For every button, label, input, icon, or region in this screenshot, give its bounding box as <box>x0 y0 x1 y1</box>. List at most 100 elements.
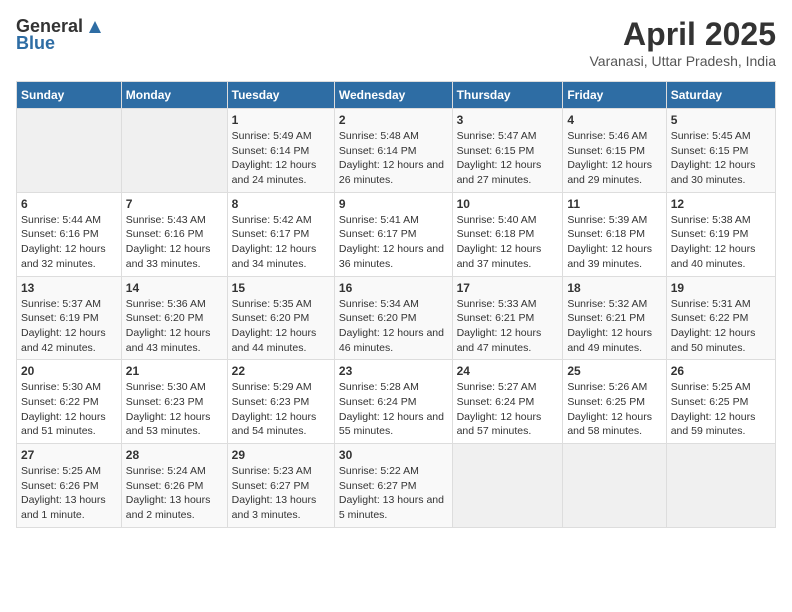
calendar-cell: 22 Sunrise: 5:29 AMSunset: 6:23 PMDayligh… <box>227 360 334 444</box>
day-number: 27 <box>21 448 117 462</box>
day-number: 28 <box>126 448 223 462</box>
day-header-thursday: Thursday <box>452 82 563 109</box>
day-number: 18 <box>567 281 661 295</box>
day-detail: Sunrise: 5:25 AMSunset: 6:26 PMDaylight:… <box>21 464 117 523</box>
day-number: 11 <box>567 197 661 211</box>
day-detail: Sunrise: 5:30 AMSunset: 6:23 PMDaylight:… <box>126 380 223 439</box>
day-number: 21 <box>126 364 223 378</box>
day-number: 3 <box>457 113 559 127</box>
day-number: 1 <box>232 113 330 127</box>
calendar-cell: 15 Sunrise: 5:35 AMSunset: 6:20 PMDayligh… <box>227 276 334 360</box>
calendar-table: SundayMondayTuesdayWednesdayThursdayFrid… <box>16 81 776 528</box>
month-title: April 2025 <box>589 16 776 53</box>
calendar-cell: 5 Sunrise: 5:45 AMSunset: 6:15 PMDaylight… <box>666 109 775 193</box>
calendar-cell: 7 Sunrise: 5:43 AMSunset: 6:16 PMDaylight… <box>121 192 227 276</box>
day-detail: Sunrise: 5:31 AMSunset: 6:22 PMDaylight:… <box>671 297 771 356</box>
day-detail: Sunrise: 5:23 AMSunset: 6:27 PMDaylight:… <box>232 464 330 523</box>
calendar-cell: 9Sunrise: 5:41 AMSunset: 6:17 PMDaylight… <box>334 192 452 276</box>
day-detail: Sunrise: 5:32 AMSunset: 6:21 PMDaylight:… <box>567 297 661 356</box>
day-detail: Sunrise: 5:27 AMSunset: 6:24 PMDaylight:… <box>457 380 559 439</box>
day-number: 30 <box>339 448 448 462</box>
day-number: 17 <box>457 281 559 295</box>
day-number: 10 <box>457 197 559 211</box>
location-subtitle: Varanasi, Uttar Pradesh, India <box>589 53 776 69</box>
day-number: 15 <box>232 281 330 295</box>
day-number: 6 <box>21 197 117 211</box>
calendar-cell: 3 Sunrise: 5:47 AMSunset: 6:15 PMDaylight… <box>452 109 563 193</box>
day-detail: Sunrise: 5:36 AMSunset: 6:20 PMDaylight:… <box>126 297 223 356</box>
day-header-tuesday: Tuesday <box>227 82 334 109</box>
calendar-cell <box>17 109 122 193</box>
day-detail: Sunrise: 5:24 AMSunset: 6:26 PMDaylight:… <box>126 464 223 523</box>
day-detail: Sunrise: 5:40 AMSunset: 6:18 PMDaylight:… <box>457 213 559 272</box>
day-number: 24 <box>457 364 559 378</box>
calendar-cell: 21 Sunrise: 5:30 AMSunset: 6:23 PMDayligh… <box>121 360 227 444</box>
calendar-week-row: 13Sunrise: 5:37 AMSunset: 6:19 PMDayligh… <box>17 276 776 360</box>
day-detail: Sunrise: 5:33 AMSunset: 6:21 PMDaylight:… <box>457 297 559 356</box>
day-number: 8 <box>232 197 330 211</box>
calendar-cell: 24 Sunrise: 5:27 AMSunset: 6:24 PMDayligh… <box>452 360 563 444</box>
day-number: 4 <box>567 113 661 127</box>
day-header-wednesday: Wednesday <box>334 82 452 109</box>
day-detail: Sunrise: 5:44 AMSunset: 6:16 PMDaylight:… <box>21 213 117 272</box>
title-area: April 2025 Varanasi, Uttar Pradesh, Indi… <box>589 16 776 69</box>
day-header-monday: Monday <box>121 82 227 109</box>
calendar-cell: 27 Sunrise: 5:25 AMSunset: 6:26 PMDayligh… <box>17 444 122 528</box>
calendar-cell: 19 Sunrise: 5:31 AMSunset: 6:22 PMDayligh… <box>666 276 775 360</box>
day-number: 22 <box>232 364 330 378</box>
day-detail: Sunrise: 5:26 AMSunset: 6:25 PMDaylight:… <box>567 380 661 439</box>
calendar-cell: 6 Sunrise: 5:44 AMSunset: 6:16 PMDaylight… <box>17 192 122 276</box>
calendar-cell: 11 Sunrise: 5:39 AMSunset: 6:18 PMDayligh… <box>563 192 666 276</box>
calendar-cell: 20Sunrise: 5:30 AMSunset: 6:22 PMDayligh… <box>17 360 122 444</box>
calendar-cell: 13Sunrise: 5:37 AMSunset: 6:19 PMDayligh… <box>17 276 122 360</box>
day-detail: Sunrise: 5:28 AMSunset: 6:24 PMDaylight:… <box>339 380 448 439</box>
calendar-header-row: SundayMondayTuesdayWednesdayThursdayFrid… <box>17 82 776 109</box>
calendar-cell: 2Sunrise: 5:48 AMSunset: 6:14 PMDaylight… <box>334 109 452 193</box>
day-number: 19 <box>671 281 771 295</box>
calendar-cell <box>452 444 563 528</box>
day-number: 14 <box>126 281 223 295</box>
day-number: 26 <box>671 364 771 378</box>
calendar-week-row: 27 Sunrise: 5:25 AMSunset: 6:26 PMDayligh… <box>17 444 776 528</box>
day-detail: Sunrise: 5:43 AMSunset: 6:16 PMDaylight:… <box>126 213 223 272</box>
calendar-cell: 30 Sunrise: 5:22 AMSunset: 6:27 PMDayligh… <box>334 444 452 528</box>
calendar-cell: 8Sunrise: 5:42 AMSunset: 6:17 PMDaylight… <box>227 192 334 276</box>
page-header: General Blue April 2025 Varanasi, Uttar … <box>16 16 776 69</box>
day-detail: Sunrise: 5:22 AMSunset: 6:27 PMDaylight:… <box>339 464 448 523</box>
calendar-cell <box>666 444 775 528</box>
calendar-week-row: 20Sunrise: 5:30 AMSunset: 6:22 PMDayligh… <box>17 360 776 444</box>
day-detail: Sunrise: 5:49 AMSunset: 6:14 PMDaylight:… <box>232 129 330 188</box>
day-header-sunday: Sunday <box>17 82 122 109</box>
day-header-saturday: Saturday <box>666 82 775 109</box>
calendar-cell: 1 Sunrise: 5:49 AMSunset: 6:14 PMDaylight… <box>227 109 334 193</box>
calendar-cell: 26Sunrise: 5:25 AMSunset: 6:25 PMDayligh… <box>666 360 775 444</box>
day-number: 29 <box>232 448 330 462</box>
day-detail: Sunrise: 5:46 AMSunset: 6:15 PMDaylight:… <box>567 129 661 188</box>
calendar-cell: 17 Sunrise: 5:33 AMSunset: 6:21 PMDayligh… <box>452 276 563 360</box>
day-detail: Sunrise: 5:39 AMSunset: 6:18 PMDaylight:… <box>567 213 661 272</box>
day-number: 2 <box>339 113 448 127</box>
calendar-cell: 23Sunrise: 5:28 AMSunset: 6:24 PMDayligh… <box>334 360 452 444</box>
day-number: 5 <box>671 113 771 127</box>
day-detail: Sunrise: 5:34 AMSunset: 6:20 PMDaylight:… <box>339 297 448 356</box>
logo-icon <box>87 19 103 35</box>
day-detail: Sunrise: 5:37 AMSunset: 6:19 PMDaylight:… <box>21 297 117 356</box>
day-header-friday: Friday <box>563 82 666 109</box>
calendar-cell: 16 Sunrise: 5:34 AMSunset: 6:20 PMDayligh… <box>334 276 452 360</box>
day-detail: Sunrise: 5:45 AMSunset: 6:15 PMDaylight:… <box>671 129 771 188</box>
calendar-week-row: 1 Sunrise: 5:49 AMSunset: 6:14 PMDaylight… <box>17 109 776 193</box>
day-number: 7 <box>126 197 223 211</box>
day-detail: Sunrise: 5:35 AMSunset: 6:20 PMDaylight:… <box>232 297 330 356</box>
day-detail: Sunrise: 5:29 AMSunset: 6:23 PMDaylight:… <box>232 380 330 439</box>
calendar-cell <box>563 444 666 528</box>
calendar-cell <box>121 109 227 193</box>
logo-blue-text: Blue <box>16 33 55 54</box>
day-number: 25 <box>567 364 661 378</box>
calendar-cell: 4 Sunrise: 5:46 AMSunset: 6:15 PMDaylight… <box>563 109 666 193</box>
calendar-cell: 29 Sunrise: 5:23 AMSunset: 6:27 PMDayligh… <box>227 444 334 528</box>
calendar-cell: 12Sunrise: 5:38 AMSunset: 6:19 PMDayligh… <box>666 192 775 276</box>
day-detail: Sunrise: 5:47 AMSunset: 6:15 PMDaylight:… <box>457 129 559 188</box>
day-number: 16 <box>339 281 448 295</box>
day-detail: Sunrise: 5:30 AMSunset: 6:22 PMDaylight:… <box>21 380 117 439</box>
logo: General Blue <box>16 16 103 54</box>
